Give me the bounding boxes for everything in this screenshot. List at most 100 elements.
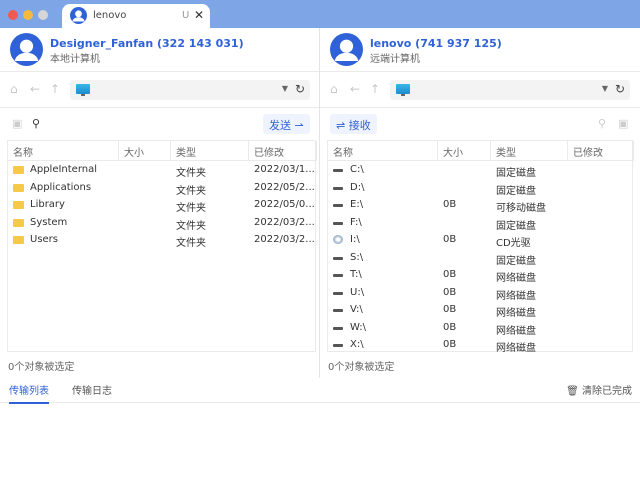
drive-icon	[333, 291, 343, 295]
cell-name: I:\	[350, 234, 360, 245]
table-row[interactable]: F:\ 固定磁盘	[328, 215, 632, 233]
send-button[interactable]: 发送 ⇀	[263, 114, 310, 134]
column-header[interactable]: 已修改	[249, 141, 317, 161]
cell-size: 0B	[443, 321, 457, 333]
cell-type: 文件夹	[176, 185, 206, 197]
tab-title: lenovo	[93, 10, 127, 21]
tab-close-icon[interactable]: ✕	[194, 8, 204, 22]
close-window-button[interactable]	[8, 10, 18, 20]
drive-icon	[333, 274, 343, 277]
tab-transfer-list[interactable]: 传输列表	[9, 382, 49, 404]
table-row[interactable]: T:\ 0B 网络磁盘	[328, 267, 632, 285]
session-tab[interactable]: lenovo U ✕	[62, 4, 210, 29]
table-row[interactable]: S:\ 固定磁盘	[328, 250, 632, 268]
cell-modified: 2022/03/2...	[254, 216, 315, 228]
tab-transfer-log[interactable]: 传输日志	[72, 382, 112, 397]
column-header[interactable]: 已修改	[568, 141, 634, 161]
table-row[interactable]: AppleInternal 文件夹 2022/03/1...	[8, 162, 315, 180]
up-icon[interactable]: ↑	[370, 82, 380, 96]
refresh-icon[interactable]: ↻	[295, 82, 305, 96]
cell-modified: 2022/03/1...	[254, 164, 315, 175]
table-row[interactable]: Library 文件夹 2022/05/0...	[8, 197, 315, 215]
path-select[interactable]: ▼ ↻	[70, 80, 310, 100]
chevron-down-icon[interactable]: ▼	[602, 84, 608, 93]
home-icon[interactable]: ⌂	[10, 82, 18, 96]
cell-name: W:\	[350, 321, 367, 333]
search-icon[interactable]: ⚲	[598, 117, 606, 130]
chevron-down-icon[interactable]: ▼	[282, 84, 288, 93]
local-computer-label: 本地计算机	[50, 54, 100, 65]
cell-name: X:\	[350, 339, 364, 350]
cell-type: 固定磁盘	[496, 220, 536, 232]
table-row[interactable]: Users 文件夹 2022/03/2...	[8, 232, 315, 250]
column-header[interactable]: 名称	[8, 141, 119, 161]
cell-name: E:\	[350, 199, 364, 210]
cd-icon	[333, 235, 343, 244]
column-header[interactable]: 大小	[438, 141, 491, 161]
cell-type: 文件夹	[176, 168, 206, 179]
minimize-window-button[interactable]	[23, 10, 33, 20]
local-computer-name: Designer_Fanfan (322 143 031)	[50, 37, 244, 50]
cell-type: 固定磁盘	[496, 168, 536, 179]
table-row[interactable]: W:\ 0B 网络磁盘	[328, 320, 632, 338]
refresh-icon[interactable]: ↻	[615, 82, 625, 96]
cell-type: 网络磁盘	[496, 325, 536, 337]
column-header[interactable]: 名称	[328, 141, 438, 161]
column-header[interactable]: 大小	[119, 141, 171, 161]
cell-type: 网络磁盘	[496, 290, 536, 302]
cell-size: 0B	[443, 199, 457, 210]
remote-computer-label: 远端计算机	[370, 54, 420, 65]
cell-type: 网络磁盘	[496, 343, 536, 354]
drive-icon	[333, 344, 343, 347]
path-select[interactable]: ▼ ↻	[390, 80, 630, 100]
back-icon[interactable]: ←	[350, 82, 360, 96]
cell-name: V:\	[350, 304, 363, 315]
search-icon[interactable]: ⚲	[32, 117, 40, 130]
selection-status: 0个对象被选定	[328, 362, 395, 373]
table-row[interactable]: C:\ 固定磁盘	[328, 162, 632, 180]
table-row[interactable]: U:\ 0B 网络磁盘	[328, 285, 632, 303]
computer-icon	[76, 84, 90, 96]
folder-icon	[13, 166, 24, 174]
cell-name: Library	[30, 199, 65, 210]
folder-icon	[13, 201, 24, 209]
new-folder-icon[interactable]: ▣	[618, 117, 628, 130]
cell-type: 固定磁盘	[496, 185, 536, 197]
folder-icon	[13, 236, 24, 244]
table-row[interactable]: System 文件夹 2022/03/2...	[8, 215, 315, 233]
cell-size: 0B	[443, 269, 457, 280]
drive-icon	[333, 169, 343, 172]
selection-status: 0个对象被选定	[8, 362, 75, 373]
maximize-window-button[interactable]	[38, 10, 48, 20]
cell-size: 0B	[443, 339, 457, 350]
table-row[interactable]: V:\ 0B 网络磁盘	[328, 302, 632, 320]
column-header[interactable]: 类型	[491, 141, 568, 161]
drive-icon	[333, 221, 343, 225]
remote-computer-name: lenovo (741 937 125)	[370, 37, 502, 50]
drive-icon	[333, 204, 343, 207]
table-row[interactable]: E:\ 0B 可移动磁盘	[328, 197, 632, 215]
table-row[interactable]: I:\ 0B CD光驱	[328, 232, 632, 250]
table-row[interactable]: Applications 文件夹 2022/05/2...	[8, 180, 315, 198]
up-icon[interactable]: ↑	[50, 82, 60, 96]
folder-icon	[13, 183, 24, 192]
table-row[interactable]: X:\ 0B 网络磁盘	[328, 337, 632, 355]
avatar-icon	[70, 7, 87, 24]
cell-modified: 2022/05/2...	[254, 181, 315, 193]
new-folder-icon[interactable]: ▣	[12, 117, 22, 130]
cell-type: 网络磁盘	[496, 273, 536, 284]
cell-type: 固定磁盘	[496, 255, 536, 267]
cell-name: Applications	[30, 181, 92, 193]
table-row[interactable]: D:\ 固定磁盘	[328, 180, 632, 198]
cell-size: 0B	[443, 286, 457, 298]
receive-button[interactable]: ⇌ 接收	[330, 114, 377, 134]
column-header[interactable]: 类型	[171, 141, 249, 161]
clear-completed-button[interactable]: 🗑 清除已完成	[566, 382, 632, 397]
tab-badge: U	[182, 10, 190, 21]
transfer-tabs: 传输列表 传输日志 🗑 清除已完成	[0, 378, 640, 404]
cell-type: CD光驱	[496, 238, 531, 249]
cell-modified: 2022/05/0...	[254, 199, 315, 210]
cell-name: F:\	[350, 216, 362, 228]
back-icon[interactable]: ←	[30, 82, 40, 96]
home-icon[interactable]: ⌂	[330, 82, 338, 96]
